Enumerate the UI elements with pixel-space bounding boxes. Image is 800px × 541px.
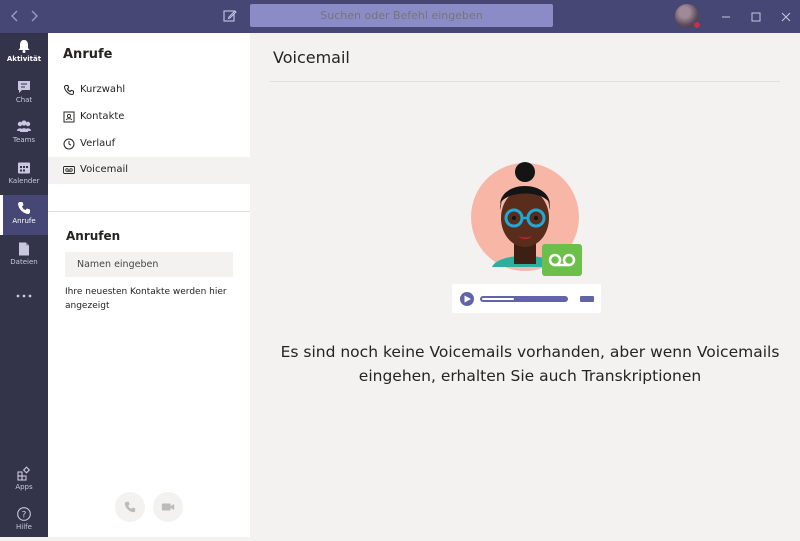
forward-arrow-icon[interactable] xyxy=(27,8,41,24)
rail-item-hilfe[interactable]: ? Hilfe xyxy=(0,501,48,541)
menu-item-kontakte[interactable]: Kontakte xyxy=(48,104,250,131)
menu-item-label: Kurzwahl xyxy=(80,84,126,95)
rail-item-label: Anrufe xyxy=(12,217,36,225)
rail-item-dateien[interactable]: Dateien xyxy=(0,236,48,276)
menu-item-label: Verlauf xyxy=(80,138,116,149)
close-icon[interactable] xyxy=(779,9,793,23)
rail-item-label: Aktivität xyxy=(6,55,42,63)
menu-item-label: Voicemail xyxy=(80,164,129,175)
panel-title: Anrufe xyxy=(63,47,113,62)
menu-item-kurzwahl[interactable]: Kurzwahl xyxy=(48,77,250,104)
voicemail-illustration xyxy=(452,162,601,313)
rail-item-aktivitaet[interactable]: Aktivität xyxy=(0,33,48,73)
header-divider xyxy=(270,81,780,82)
calendar-icon xyxy=(18,162,30,174)
contacts-icon xyxy=(63,111,75,123)
rail-item-apps[interactable]: Apps xyxy=(0,461,48,501)
file-icon xyxy=(19,242,29,256)
chat-icon xyxy=(18,81,30,93)
rail-item-more[interactable] xyxy=(0,277,48,317)
rail-item-label: Apps xyxy=(15,483,33,491)
name-input[interactable] xyxy=(65,252,233,277)
audio-call-button[interactable] xyxy=(115,492,145,522)
phone-icon xyxy=(63,84,75,96)
calls-panel: Anrufe Kurzwahl Kontakte Verlauf Voicema… xyxy=(48,33,250,537)
status-badge xyxy=(693,21,701,29)
recent-contacts-hint: Ihre neuesten Kontakte werden hier angez… xyxy=(65,287,227,311)
rail-item-label: Kalender xyxy=(8,177,40,185)
call-section-title: Anrufen xyxy=(66,229,121,243)
rail-item-label: Dateien xyxy=(10,258,38,266)
video-camera-icon xyxy=(161,503,175,511)
phone-icon xyxy=(18,202,30,214)
voicemail-icon xyxy=(63,166,75,174)
menu-item-voicemail[interactable]: Voicemail xyxy=(48,157,250,184)
teams-icon xyxy=(17,120,31,132)
rail-item-label: Chat xyxy=(15,96,33,104)
rail-item-kalender[interactable]: Kalender xyxy=(0,155,48,195)
rail-item-label: Hilfe xyxy=(16,523,32,531)
maximize-icon[interactable] xyxy=(749,9,763,23)
rail-item-teams[interactable]: Teams xyxy=(0,114,48,154)
title-bar xyxy=(0,0,800,33)
divider xyxy=(48,211,250,212)
help-icon: ? xyxy=(17,507,31,521)
compose-icon[interactable] xyxy=(222,8,238,24)
clock-icon xyxy=(63,138,75,150)
menu-item-label: Kontakte xyxy=(80,111,125,122)
app-rail: Aktivität Chat Teams Kalender Anrufe Dat… xyxy=(0,33,48,537)
rail-item-label: Teams xyxy=(12,136,36,144)
minimize-icon[interactable] xyxy=(719,9,733,23)
avatar[interactable] xyxy=(675,4,701,29)
phone-icon xyxy=(124,501,136,513)
page-title: Voicemail xyxy=(273,48,350,67)
search-input[interactable] xyxy=(250,4,553,27)
svg-text:?: ? xyxy=(22,511,27,521)
apps-icon xyxy=(17,466,31,481)
rail-item-chat[interactable]: Chat xyxy=(0,74,48,114)
menu-item-verlauf[interactable]: Verlauf xyxy=(48,131,250,158)
video-call-button[interactable] xyxy=(153,492,183,522)
back-arrow-icon[interactable] xyxy=(8,8,22,24)
more-icon xyxy=(16,294,32,298)
empty-state-message: Es sind noch keine Voicemails vorhanden,… xyxy=(280,343,780,385)
bell-icon xyxy=(18,40,30,53)
rail-item-anrufe[interactable]: Anrufe xyxy=(0,195,48,235)
